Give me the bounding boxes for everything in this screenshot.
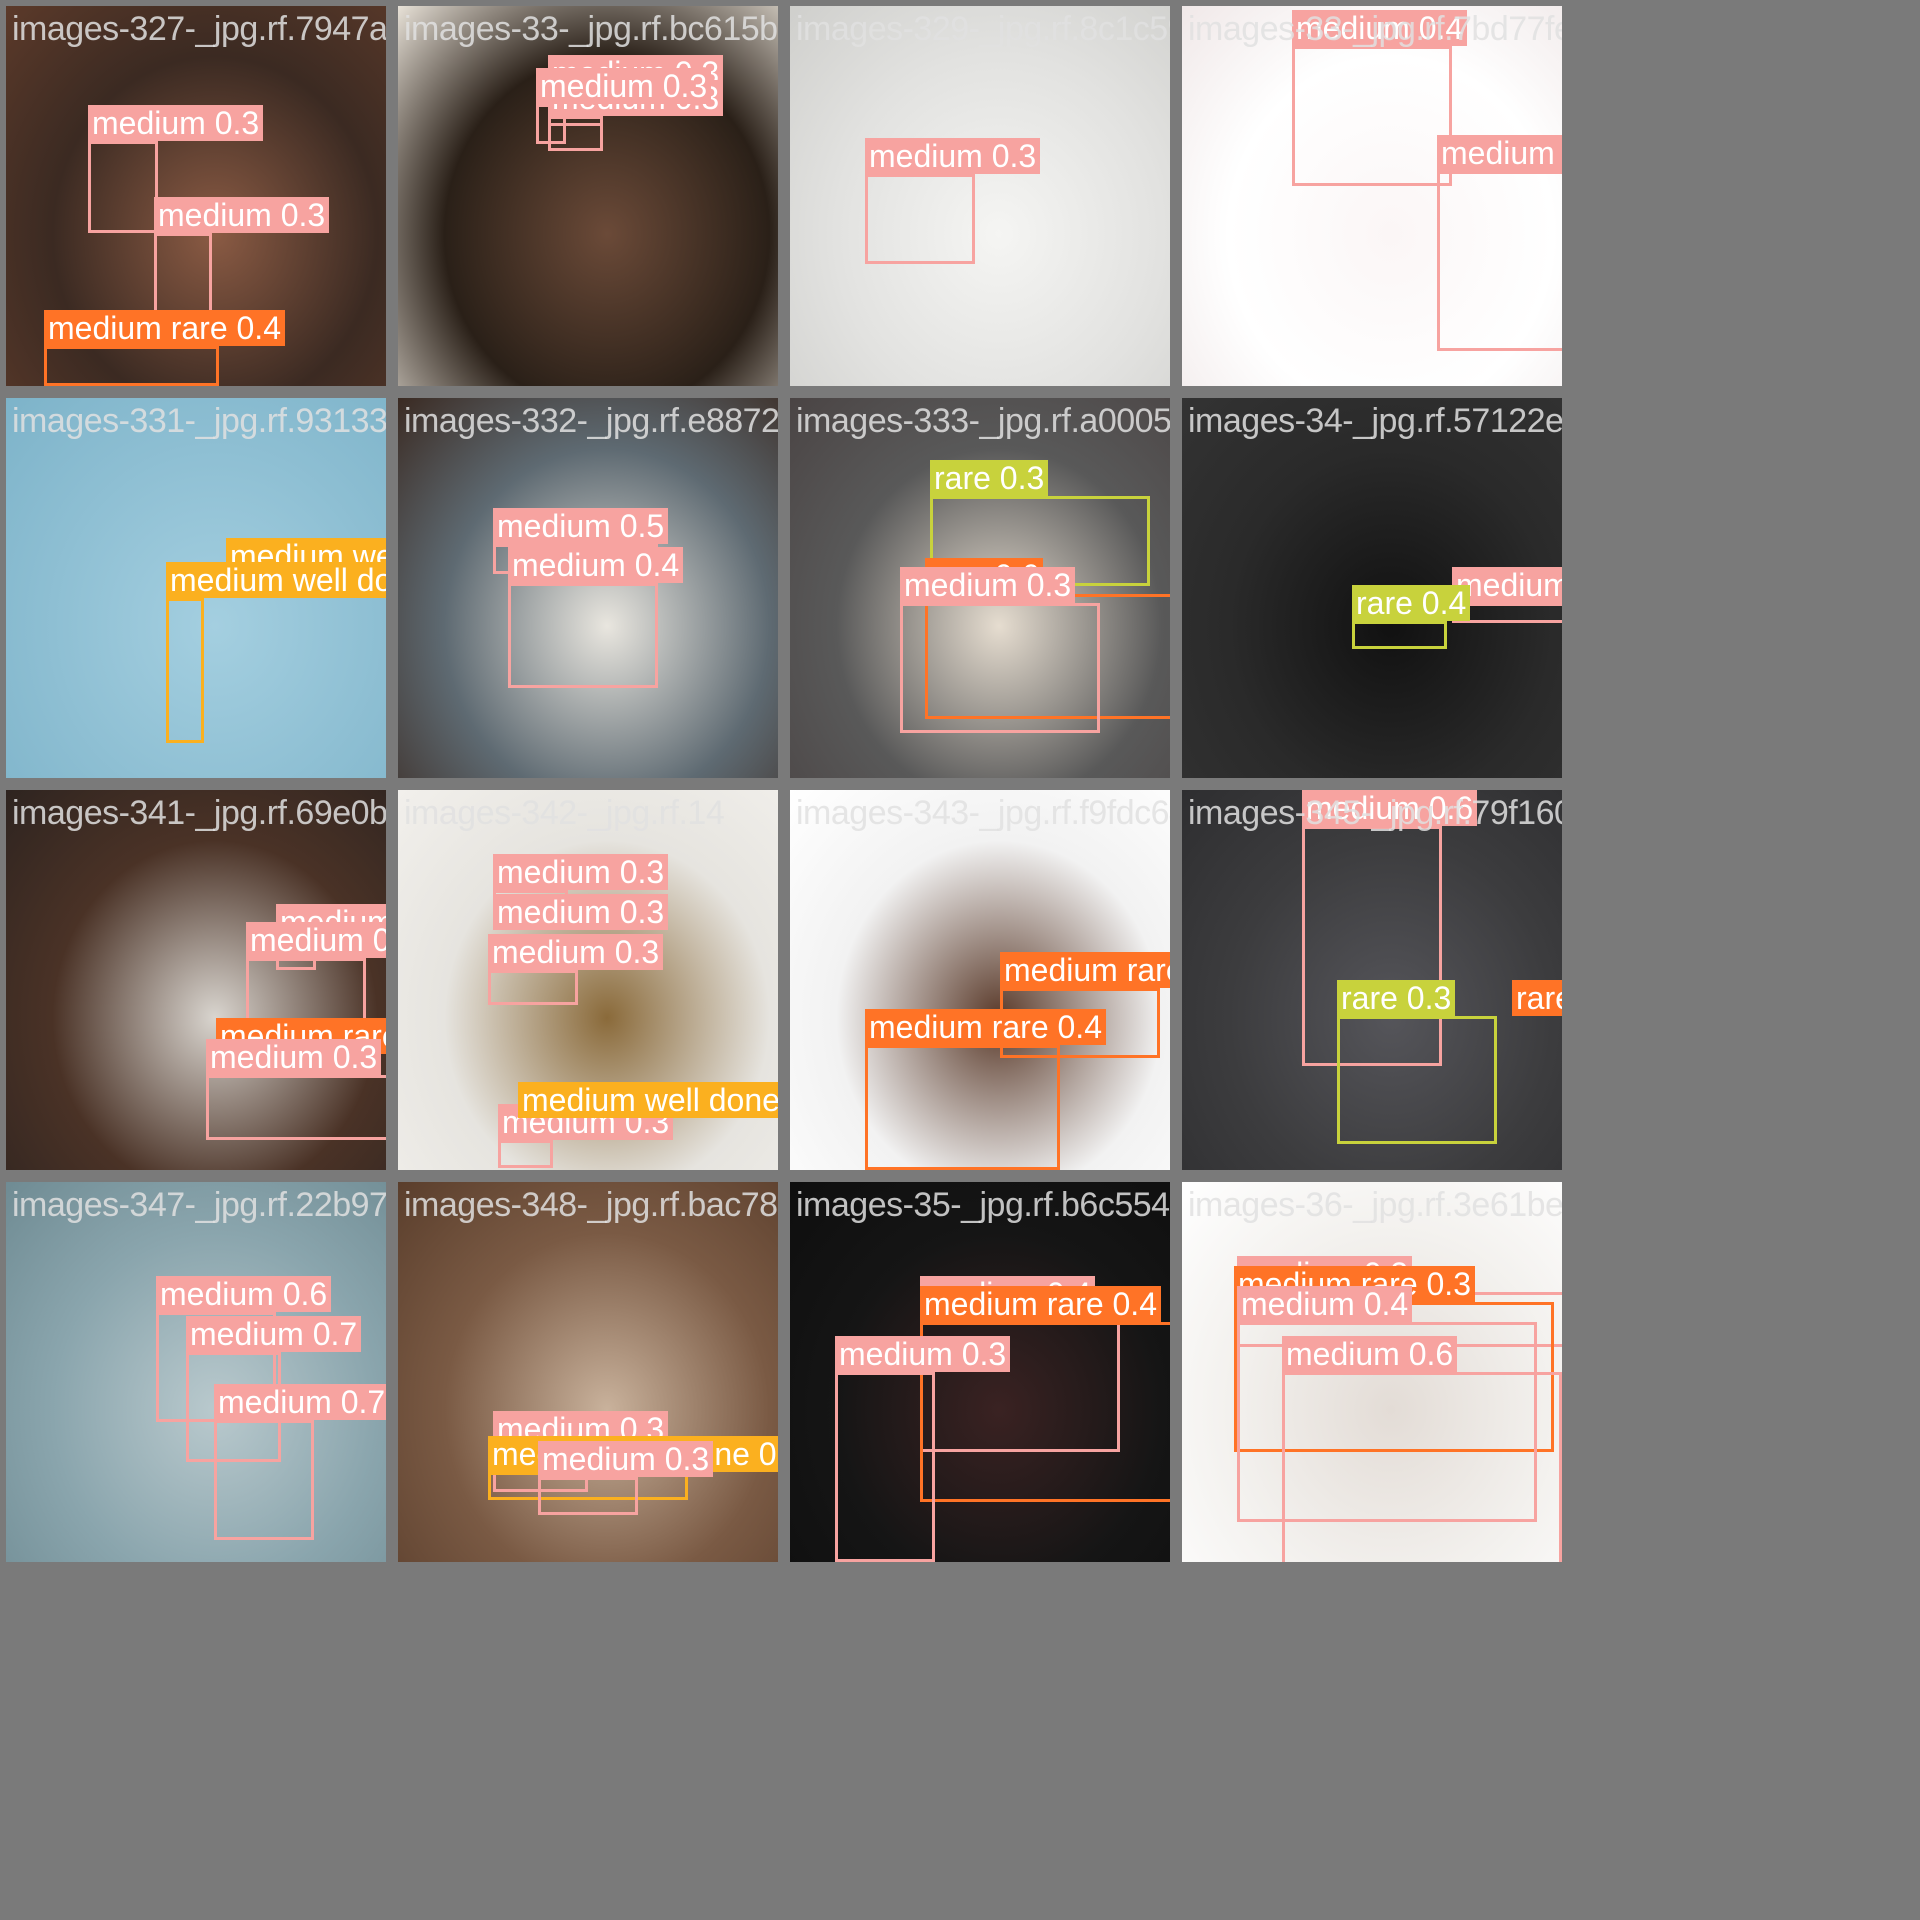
detection-grid: images-327-_jpg.rf.7947ac0medium 0.3 medi… <box>0 0 1920 1920</box>
image-tile: images-36-_jpg.rf.3e61be6medium 0.3mediu… <box>1182 1182 1562 1562</box>
detection-label: medium 0.3 <box>488 934 664 970</box>
detection-box <box>865 1045 1060 1170</box>
detection-label: medium rare 0.4 <box>920 1286 1161 1322</box>
image-filename: images-342-_jpg.rf.14 <box>404 794 725 832</box>
image-filename: images-345-_jpg.rf.79f160807 <box>1188 794 1562 832</box>
image-filename: images-341-_jpg.rf.69e0bb9 <box>12 794 386 832</box>
detection-label: rare 0.3 <box>1337 980 1456 1016</box>
image-filename: images-348-_jpg.rf.bac78ee <box>404 1186 778 1224</box>
detection-box <box>1282 1372 1562 1562</box>
detection-box <box>246 958 366 1026</box>
image-filename: images-33-_jpg.rf.bc615b16 <box>404 10 778 48</box>
image-tile: images-345-_jpg.rf.79f160807medium 0.6ra… <box>1182 790 1562 1170</box>
detection-label: medium 0.3 <box>88 105 264 141</box>
detection-label: medium 0.3 <box>493 854 669 890</box>
image-filename: images-347-_jpg.rf.22b97c9 <box>12 1186 386 1224</box>
image-tile: images-329-_jpg.rf.8c1c59e6medium 0.3 <box>790 6 1170 386</box>
image-tile: images-348-_jpg.rf.bac78eemedium 0.3medi… <box>398 1182 778 1562</box>
image-tile: images-343-_jpg.rf.f9fdc64b6medium rare … <box>790 790 1170 1170</box>
detection-label: medium 0.3 <box>865 138 1041 174</box>
image-tile: images-347-_jpg.rf.22b97c9medium 0.6 medi… <box>6 1182 386 1562</box>
image-filename: images-33-_jpg.rf.7bd77fe1 <box>1188 10 1562 48</box>
image-filename: images-332-_jpg.rf.e8872d1 <box>404 402 778 440</box>
detection-label: medium 0.3 <box>154 197 330 233</box>
image-tile: images-331-_jpg.rf.9313386medium well do… <box>6 398 386 778</box>
detection-box <box>206 1075 386 1140</box>
detection-label: medium rare 0.4 <box>44 310 285 346</box>
image-filename: images-343-_jpg.rf.f9fdc64b6 <box>796 794 1170 832</box>
detection-label: medium 0.3 <box>900 567 1076 603</box>
image-filename: images-331-_jpg.rf.9313386 <box>12 402 386 440</box>
image-tile: images-341-_jpg.rf.69e0bb9medium 0.3 medi… <box>6 790 386 1170</box>
detection-label: medium 0.7 <box>186 1316 362 1352</box>
detection-label: medium 0.7 <box>214 1384 386 1420</box>
image-filename: images-333-_jpg.rf.a000556 <box>796 402 1170 440</box>
detection-box <box>498 1140 553 1168</box>
image-filename: images-34-_jpg.rf.57122efd <box>1188 402 1562 440</box>
detection-box <box>865 174 975 264</box>
detection-label: medium 0.4 <box>1237 1286 1413 1322</box>
detection-label: medium well done 0.3 <box>518 1082 778 1118</box>
image-tile: images-35-_jpg.rf.b6c55439medium 0.4medi… <box>790 1182 1170 1562</box>
detection-label: medium 0.3 <box>835 1336 1011 1372</box>
detection-label: medium rare 0.4 <box>865 1009 1106 1045</box>
steak-photo <box>790 6 1170 386</box>
detection-box <box>488 970 578 1005</box>
detection-box <box>1337 1016 1497 1144</box>
detection-box <box>835 1372 935 1562</box>
detection-box <box>1292 46 1452 186</box>
detection-label: medium 0.6 <box>156 1276 332 1312</box>
detection-label: medium 0.3 <box>1437 135 1562 171</box>
detection-label: medium 0.3 <box>538 1441 714 1477</box>
image-filename: images-36-_jpg.rf.3e61be6 <box>1188 1186 1562 1224</box>
detection-label: medium 0.4 <box>508 547 684 583</box>
detection-label: rare 0.6 <box>1512 980 1562 1016</box>
detection-label: rare 0.3 <box>930 460 1049 496</box>
image-tile: images-327-_jpg.rf.7947ac0medium 0.3 medi… <box>6 6 386 386</box>
detection-label: medium 0.3 <box>536 68 712 104</box>
detection-box <box>166 598 204 743</box>
detection-label: medium rare 0.4 <box>1000 952 1170 988</box>
image-tile: images-33-_jpg.rf.bc615b16medium 0.3medi… <box>398 6 778 386</box>
detection-box <box>88 141 158 233</box>
image-tile: images-33-_jpg.rf.7bd77fe1 medium 0.4 medi… <box>1182 6 1562 386</box>
detection-label: medium 0.3 <box>246 922 386 958</box>
detection-label: medium 0.3 <box>493 894 669 930</box>
image-tile: images-342-_jpg.rf.14medium 0.3 medium 0.… <box>398 790 778 1170</box>
detection-box <box>44 346 219 386</box>
detection-label: medium 0.3 <box>206 1039 382 1075</box>
detection-label: medium well done 0.4 <box>166 562 386 598</box>
image-filename: images-35-_jpg.rf.b6c55439 <box>796 1186 1170 1224</box>
detection-label: rare 0.4 <box>1352 585 1471 621</box>
detection-box <box>1352 621 1447 649</box>
detection-box <box>900 603 1100 733</box>
detection-box <box>1437 171 1562 351</box>
detection-box <box>508 583 658 688</box>
detection-label: medium 0.5 <box>493 508 669 544</box>
detection-box <box>538 1477 638 1515</box>
image-tile: images-34-_jpg.rf.57122efdmedium 0.3rare… <box>1182 398 1562 778</box>
image-filename: images-327-_jpg.rf.7947ac0 <box>12 10 386 48</box>
image-filename: images-329-_jpg.rf.8c1c59e6 <box>796 10 1170 48</box>
detection-box <box>214 1420 314 1540</box>
image-tile: images-333-_jpg.rf.a000556rare 0.3rare 0… <box>790 398 1170 778</box>
detection-label: medium 0.6 <box>1282 1336 1458 1372</box>
image-tile: images-332-_jpg.rf.e8872d1medium 0.5 medi… <box>398 398 778 778</box>
